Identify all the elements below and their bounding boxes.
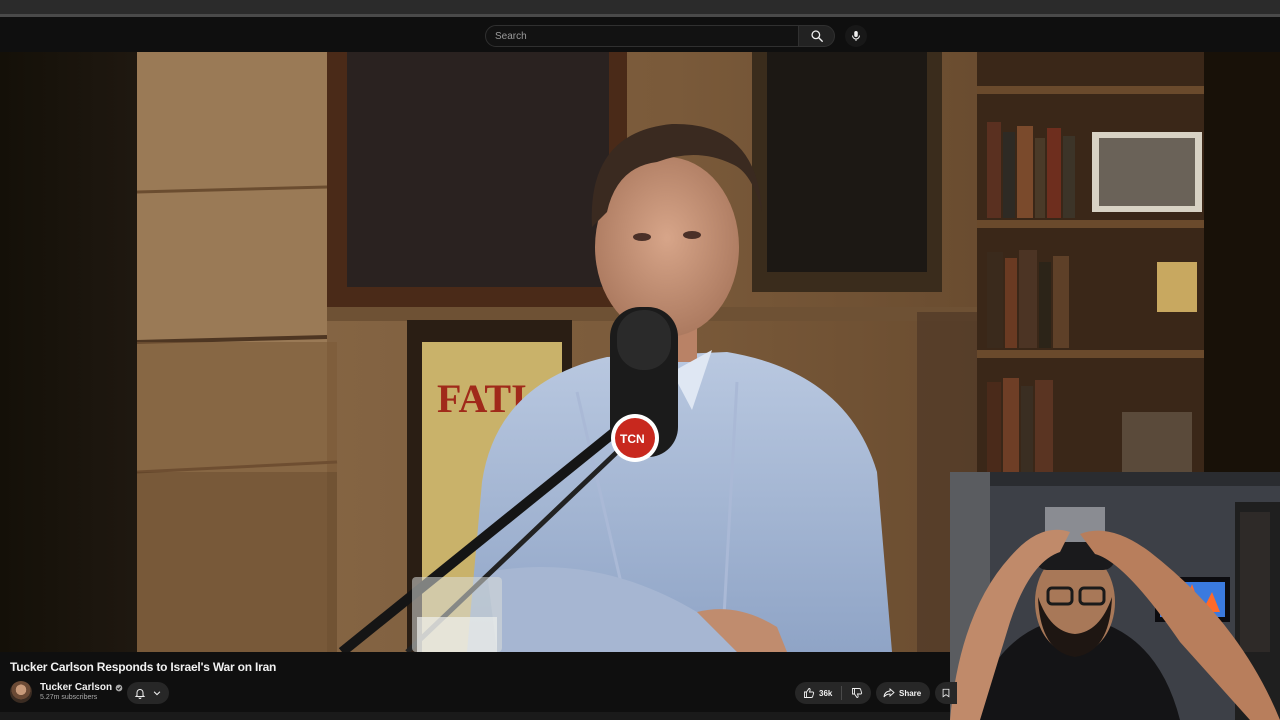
chevron-down-icon	[153, 691, 161, 696]
like-count: 36k	[819, 688, 833, 698]
search-box[interactable]	[485, 25, 799, 47]
webcam-scene	[950, 472, 1280, 720]
share-label: Share	[899, 688, 922, 698]
channel-name-row[interactable]: Tucker Carlson	[40, 682, 123, 693]
mic-icon	[852, 31, 860, 41]
player-letterbox-left	[0, 52, 137, 652]
channel-avatar[interactable]	[10, 681, 32, 703]
dislike-button[interactable]	[842, 682, 871, 704]
share-arrow-icon	[883, 688, 895, 698]
browser-tab-strip	[0, 0, 1280, 17]
search-icon	[810, 30, 823, 42]
search-button[interactable]	[798, 25, 835, 47]
verified-icon	[115, 684, 123, 691]
save-button[interactable]	[935, 682, 957, 704]
channel-name[interactable]: Tucker Carlson	[40, 682, 112, 693]
webcam-overlay	[950, 472, 1280, 720]
mic-logo-text: TCN	[620, 432, 645, 446]
bell-icon	[134, 689, 146, 699]
thumbs-up-icon	[804, 688, 815, 698]
subscriber-count: 5.27m subscribers	[40, 694, 98, 701]
share-button[interactable]: Share	[876, 682, 930, 704]
search-input[interactable]	[486, 26, 798, 47]
notification-bell-button[interactable]	[127, 682, 169, 704]
bottom-page-strip	[0, 712, 950, 720]
masthead	[0, 17, 1280, 52]
thumbs-down-icon	[851, 688, 862, 698]
like-dislike-group: 36k	[795, 682, 871, 704]
voice-search-button[interactable]	[845, 25, 867, 47]
video-title: Tucker Carlson Responds to Israel's War …	[10, 660, 277, 674]
like-button[interactable]: 36k	[795, 682, 841, 704]
save-icon	[942, 688, 950, 698]
